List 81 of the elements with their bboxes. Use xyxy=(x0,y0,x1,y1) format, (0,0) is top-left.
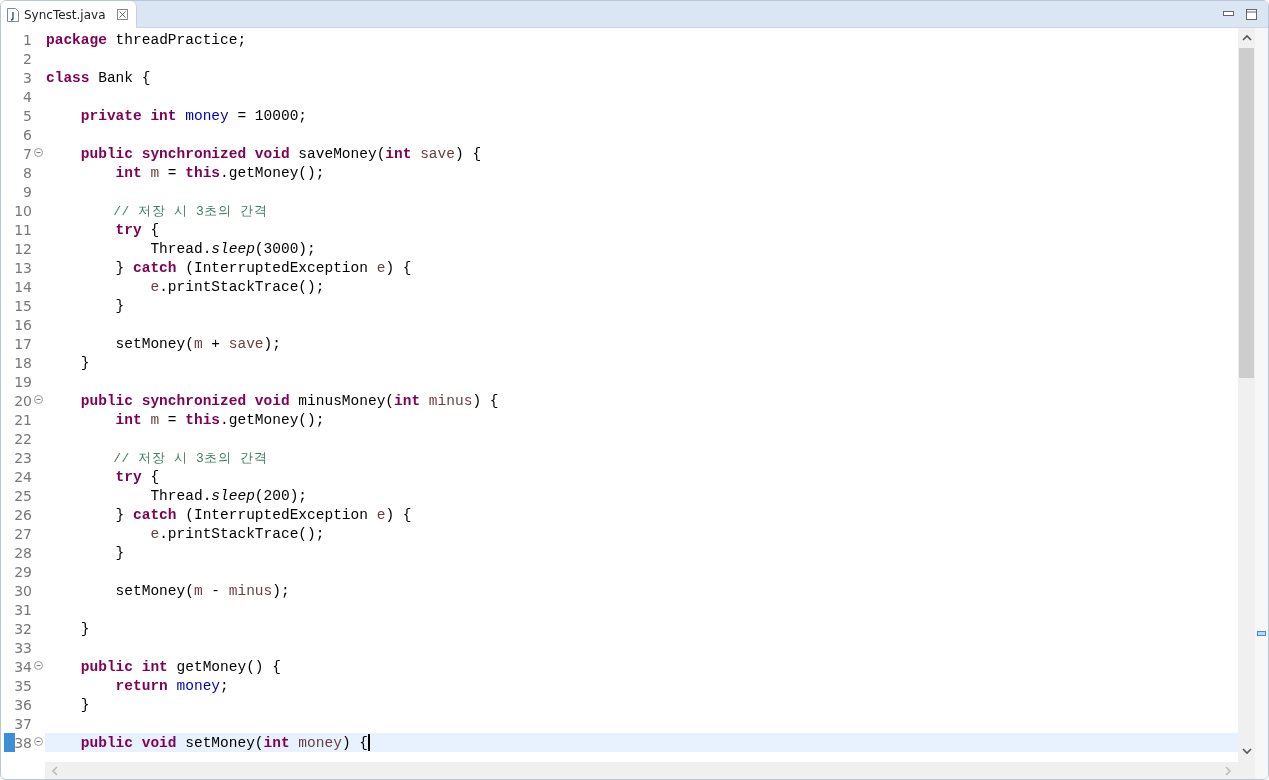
line-number: 13 xyxy=(14,259,32,276)
line-number: 19 xyxy=(14,373,32,390)
collapse-icon[interactable] xyxy=(34,737,43,746)
code-line: private int money = 10000; xyxy=(79,107,308,124)
code-line: public int getMoney() { xyxy=(79,658,281,675)
line-number: 28 xyxy=(14,544,32,561)
code-line: package threadPractice; xyxy=(46,31,247,48)
code-line: setMoney(m + save); xyxy=(114,335,281,352)
line-number: 23 xyxy=(14,449,32,466)
collapse-icon[interactable] xyxy=(34,661,43,670)
line-number: 3 xyxy=(23,69,32,86)
scroll-thumb[interactable] xyxy=(1239,48,1254,378)
line-number: 38 xyxy=(14,734,32,751)
line-number: 10 xyxy=(14,202,32,219)
line-number: 16 xyxy=(14,316,32,333)
line-number: 26 xyxy=(14,506,32,523)
line-number: 5 xyxy=(23,107,32,124)
code-line: class Bank { xyxy=(46,69,151,86)
code-line: public synchronized void saveMoney(int save) { xyxy=(79,145,482,162)
line-number: 21 xyxy=(14,411,32,428)
code-line: Thread.sleep(200); xyxy=(149,487,308,504)
line-number: 34 xyxy=(14,658,32,675)
vertical-scrollbar[interactable] xyxy=(1238,28,1255,779)
line-number: 2 xyxy=(23,50,32,67)
line-number: 7 xyxy=(23,145,32,162)
line-number: 22 xyxy=(14,430,32,447)
line-number: 31 xyxy=(14,601,32,618)
line-number: 35 xyxy=(14,677,32,694)
code-line: } xyxy=(114,544,125,561)
editor-tab[interactable]: SyncTest.java xyxy=(1,1,137,28)
code-line: e.printStackTrace(); xyxy=(149,525,325,542)
close-icon[interactable] xyxy=(116,9,128,20)
line-number: 27 xyxy=(14,525,32,542)
scroll-up-icon[interactable] xyxy=(1241,34,1252,42)
line-number: 17 xyxy=(14,335,32,352)
code-line: public void setMoney(int money) { xyxy=(79,734,368,751)
code-line: return money; xyxy=(114,677,229,694)
line-number: 9 xyxy=(23,183,32,200)
code-line: public synchronized void minusMoney(int minus) { xyxy=(79,392,499,409)
code-line: } catch (InterruptedException e) { xyxy=(114,259,412,276)
line-number: 24 xyxy=(14,468,32,485)
collapse-icon[interactable] xyxy=(34,395,43,404)
code-line: } xyxy=(79,696,90,713)
code-line: // 저장 시 3초의 간격 xyxy=(112,449,268,467)
code-line: e.printStackTrace(); xyxy=(149,278,325,295)
line-number: 8 xyxy=(23,164,32,181)
code-line: } xyxy=(79,354,90,371)
line-number: 15 xyxy=(14,297,32,314)
line-number: 18 xyxy=(14,354,32,371)
code-line: } xyxy=(114,297,125,314)
line-number: 29 xyxy=(14,563,32,580)
ruler-marker[interactable] xyxy=(1257,631,1266,636)
line-number: 1 xyxy=(23,31,32,48)
change-marker xyxy=(4,733,15,752)
scroll-down-icon[interactable] xyxy=(1241,747,1252,755)
collapse-icon[interactable] xyxy=(34,148,43,157)
code-line: } catch (InterruptedException e) { xyxy=(114,506,412,523)
code-line: int m = this.getMoney(); xyxy=(114,164,325,181)
line-number: 32 xyxy=(14,620,32,637)
code-line: } xyxy=(79,620,90,637)
line-number: 36 xyxy=(14,696,32,713)
code-line: try { xyxy=(114,468,160,485)
code-line: try { xyxy=(114,221,160,238)
line-number: 20 xyxy=(14,392,32,409)
maximize-icon[interactable] xyxy=(1246,8,1257,20)
line-number: 33 xyxy=(14,639,32,656)
line-number: 11 xyxy=(14,221,32,238)
code-line: int m = this.getMoney(); xyxy=(114,411,325,428)
java-file-icon xyxy=(7,7,19,22)
line-number: 6 xyxy=(23,126,32,143)
minimize-icon[interactable] xyxy=(1223,11,1235,17)
line-number: 30 xyxy=(14,582,32,599)
code-line: setMoney(m - minus); xyxy=(114,582,290,599)
line-number: 14 xyxy=(14,278,32,295)
text-cursor xyxy=(368,734,370,751)
code-line: // 저장 시 3초의 간격 xyxy=(112,202,268,220)
line-number: 12 xyxy=(14,240,32,257)
line-number: 37 xyxy=(14,715,32,732)
line-number: 4 xyxy=(23,88,32,105)
line-number: 25 xyxy=(14,487,32,504)
code-line: Thread.sleep(3000); xyxy=(149,240,316,257)
